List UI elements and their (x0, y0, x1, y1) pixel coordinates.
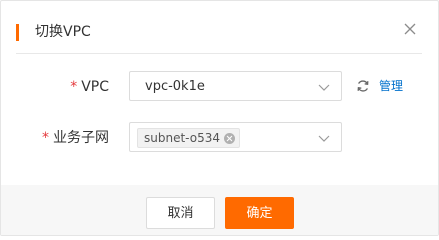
confirm-button[interactable]: 确定 (225, 197, 294, 229)
subnet-label-text: 业务子网 (53, 130, 109, 146)
vpc-label-text: VPC (81, 79, 109, 95)
dialog-header: 切换VPC (1, 1, 438, 55)
subnet-label: * 业务子网 (42, 129, 109, 147)
tag-remove-icon[interactable] (223, 132, 235, 144)
title-accent-bar (16, 24, 19, 41)
selected-subnet-tag: subnet-o534 (137, 128, 240, 148)
dialog-title: 切换VPC (35, 24, 91, 40)
chevron-down-icon (318, 84, 330, 91)
vpc-label: * VPC (70, 78, 109, 96)
vpc-select[interactable]: vpc-0k1e (129, 71, 342, 101)
refresh-icon[interactable] (356, 79, 370, 93)
vpc-select-value: vpc-0k1e (145, 79, 205, 94)
dialog-footer: 取消 确定 (1, 185, 438, 235)
manage-vpc-link[interactable]: 管理 (379, 78, 403, 95)
chevron-down-icon (318, 135, 330, 142)
tag-label: subnet-o534 (144, 131, 220, 145)
close-icon[interactable] (399, 18, 421, 40)
vpc-form-row: * VPC vpc-0k1e 管理 (1, 71, 438, 103)
required-mark: * (70, 79, 78, 95)
cancel-button[interactable]: 取消 (146, 197, 215, 229)
subnet-form-row: * 业务子网 subnet-o534 (1, 122, 438, 154)
switch-vpc-dialog: 切换VPC * VPC vpc-0k1e 管理 * 业务子网 subnet-o5… (0, 0, 439, 236)
header-divider (16, 53, 422, 54)
subnet-multi-select[interactable]: subnet-o534 (129, 122, 342, 152)
required-mark: * (42, 130, 49, 146)
